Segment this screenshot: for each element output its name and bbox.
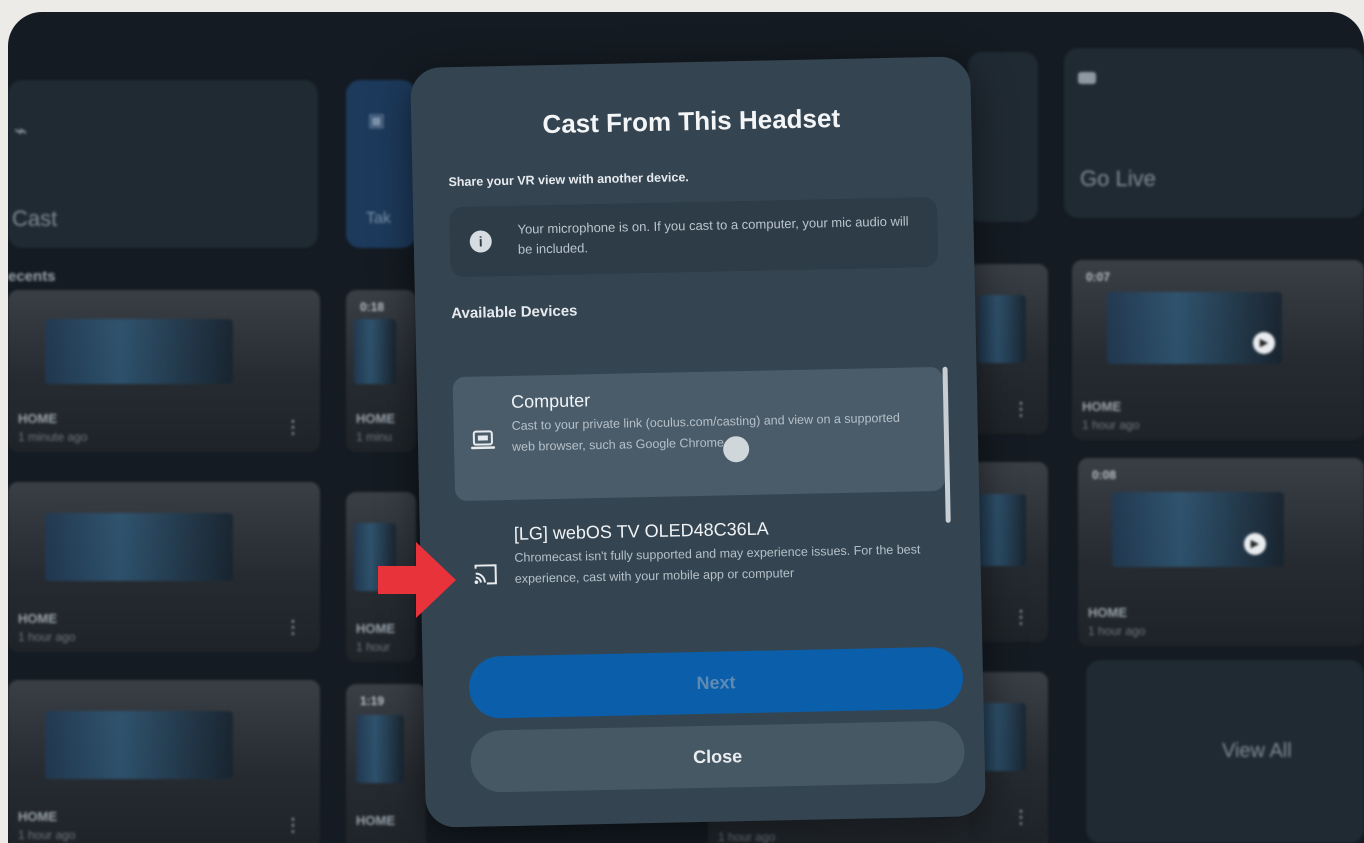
video-thumbnail[interactable]: 0:18 HOME 1 minu	[346, 290, 416, 452]
go-live-label: Go Live	[1080, 166, 1156, 191]
next-button[interactable]: Next	[468, 646, 964, 719]
info-icon: i	[469, 230, 492, 253]
video-thumbnail[interactable]: ⋮	[968, 264, 1048, 434]
notice-text: Your microphone is on. If you cast to a …	[517, 213, 909, 257]
view-all-label: View All	[1222, 740, 1292, 762]
recents-label: ecents	[8, 268, 56, 285]
cast-dialog: Cast From This Headset Share your VR vie…	[410, 56, 986, 828]
more-options-icon[interactable]: ⋮	[284, 816, 302, 834]
red-arrow-annotation	[378, 542, 456, 618]
take-photo-tile[interactable]: ▣ Tak	[346, 80, 416, 248]
available-devices-heading: Available Devices	[451, 302, 578, 323]
dialog-subtitle: Share your VR view with another device.	[448, 170, 689, 190]
camera-icon: ▣	[368, 110, 386, 130]
device-list-scrollbar[interactable]	[942, 366, 951, 523]
video-thumbnail[interactable]: HOME 1 minute ago ⋮	[8, 290, 320, 452]
video-thumbnail[interactable]: 0:07 ▶ HOME 1 hour ago	[1072, 260, 1364, 440]
dialog-title: Cast From This Headset	[542, 102, 841, 140]
play-icon[interactable]: ▶	[1253, 332, 1276, 354]
close-button[interactable]: Close	[469, 720, 966, 793]
device-name: [LG] webOS TV OLED48C36LA	[513, 518, 769, 544]
device-lg-tv[interactable]: [LG] webOS TV OLED48C36LA Chromecast isn…	[456, 509, 948, 629]
video-thumbnail[interactable]: HOME 1 hour ago ⋮	[8, 482, 320, 652]
device-description: Cast to your private link (oculus.com/ca…	[511, 410, 901, 454]
cast-tile-label: Cast	[12, 206, 58, 231]
video-thumbnail[interactable]: 1:19 HOME	[346, 684, 426, 843]
go-live-tile[interactable]: Go Live	[1064, 48, 1364, 218]
more-options-icon[interactable]: ⋮	[1012, 608, 1030, 626]
device-name: Computer	[510, 390, 591, 412]
vr-screen: ⌁ Cast ▣ Tak ecents HOME 1 minute ago ⋮ …	[8, 12, 1364, 843]
cast-tile[interactable]: ⌁ Cast	[8, 80, 318, 248]
play-icon[interactable]: ▶	[1243, 533, 1266, 556]
more-options-icon[interactable]: ⋮	[284, 618, 302, 636]
more-options-icon[interactable]: ⋮	[284, 418, 302, 436]
cast-icon	[474, 564, 497, 585]
video-thumbnail[interactable]: HOME 1 hour ago ⋮	[8, 680, 320, 843]
take-tile-label: Tak	[366, 210, 391, 227]
device-computer[interactable]: Computer Cast to your private link (ocul…	[452, 366, 946, 502]
partial-tile	[968, 52, 1038, 222]
video-thumbnail[interactable]: 0:08 ▶ HOME 1 hour ago	[1078, 458, 1364, 646]
device-description: Chromecast isn't fully supported and may…	[514, 542, 921, 586]
cast-icon: ⌁	[14, 118, 28, 143]
microphone-notice: i Your microphone is on. If you cast to …	[449, 196, 939, 278]
more-options-icon[interactable]: ⋮	[1012, 400, 1030, 418]
live-badge-icon	[1078, 72, 1096, 84]
view-all-tile[interactable]: View All	[1086, 660, 1364, 843]
more-options-icon[interactable]: ⋮	[1012, 808, 1030, 826]
laptop-icon	[471, 430, 496, 450]
